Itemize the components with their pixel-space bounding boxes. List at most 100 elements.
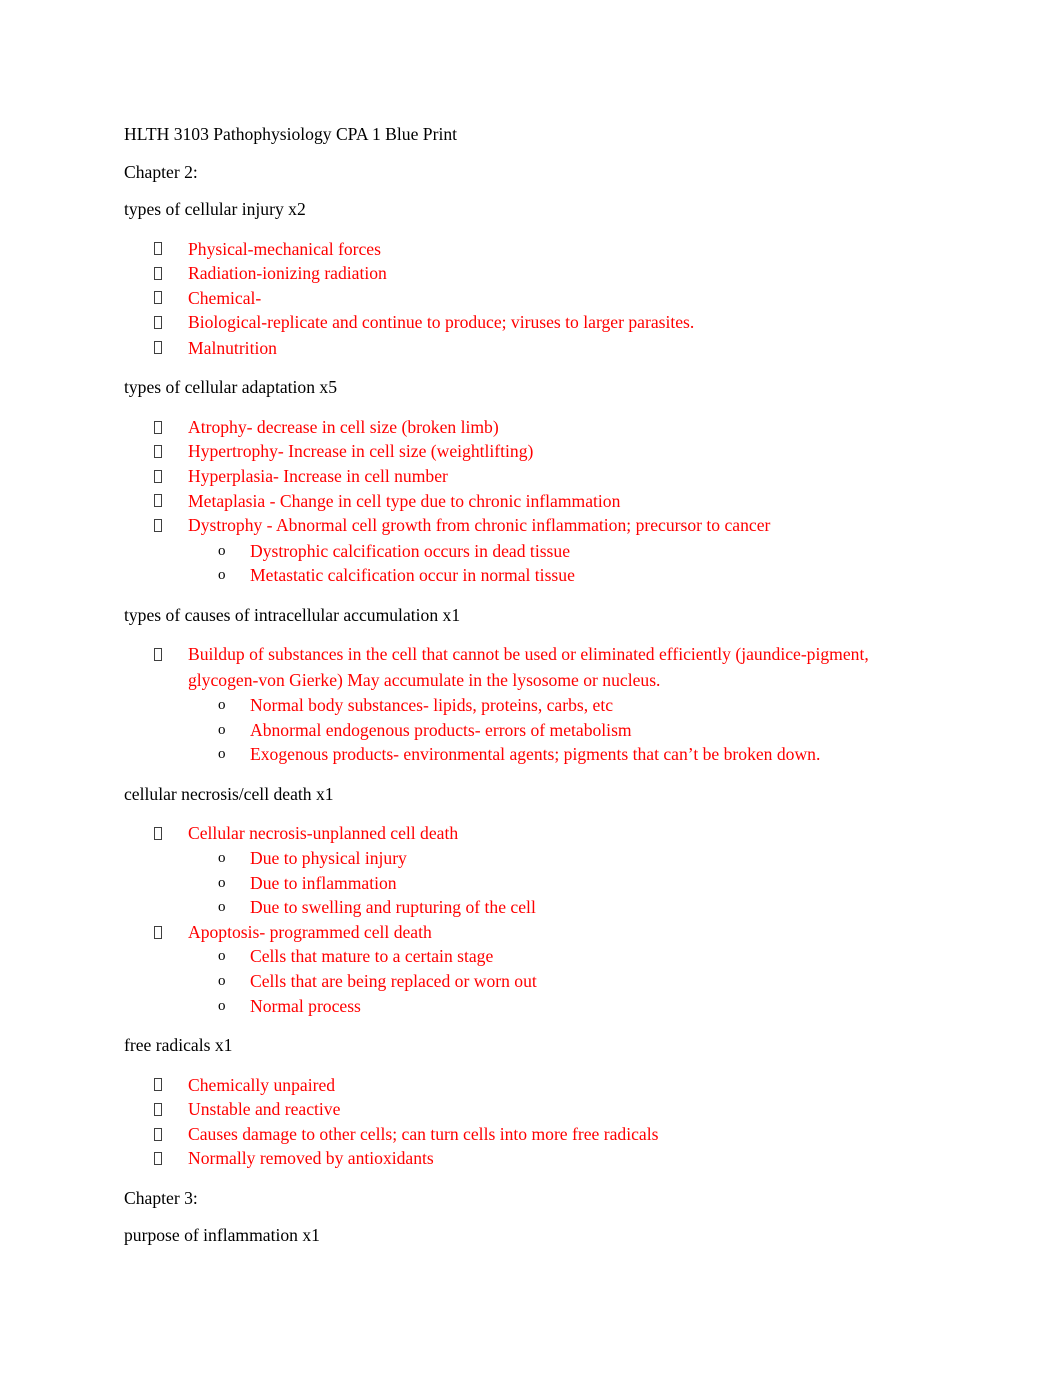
sub-list-item: o Exogenous products- environmental agent… [124, 742, 938, 767]
sub-list-item-label: Due to physical injury [250, 847, 407, 868]
topic-prompt: purpose of inflammation x1 [124, 1225, 320, 1246]
bullet-box-icon [154, 920, 165, 945]
list-item: Hypertrophy- Increase in cell size (weig… [124, 439, 938, 464]
tofu-glyph-icon [154, 518, 162, 532]
list-item-label: Chemical- [188, 287, 262, 308]
circle-bullet-icon: o [218, 746, 226, 763]
answer-list: Chemically unpaired Unstable and reactive… [124, 1073, 938, 1171]
list-item-label: Hypertrophy- Increase in cell size (weig… [188, 441, 534, 462]
list-item: Apoptosis- programmed cell death [124, 920, 938, 945]
bullet-box-icon [154, 821, 165, 846]
document-body: Chapter 2: types of cellular injury x2 Phy… [124, 162, 938, 1246]
bullet-box-icon [154, 237, 165, 262]
sub-list-item-label: Due to inflammation [250, 872, 397, 893]
tofu-glyph-icon [154, 648, 162, 662]
sub-list-item: o Cells that mature to a certain stage [124, 944, 938, 969]
circle-bullet-icon: o [218, 542, 226, 559]
list-item-label: Chemically unpaired [188, 1074, 336, 1095]
sub-list-item-label: Cells that mature to a certain stage [250, 946, 494, 967]
list-item-label: Normally removed by antioxidants [188, 1148, 434, 1169]
tofu-glyph-icon [154, 1102, 162, 1116]
list-item: Dystrophy - Abnormal cell growth from ch… [124, 513, 938, 538]
list-item-label: Dystrophy - Abnormal cell growth from ch… [188, 515, 771, 536]
circle-bullet-icon: o [218, 849, 226, 866]
list-item-label: Physical-mechanical forces [188, 238, 381, 259]
list-item: Physical-mechanical forces [124, 237, 938, 262]
list-item-label: Apoptosis- programmed cell death [188, 921, 432, 942]
answer-list: Cellular necrosis-unplanned cell death o D… [124, 821, 938, 1018]
tofu-glyph-icon [154, 445, 162, 459]
sub-list-item-label: Metastatic calcification occur in normal… [250, 565, 575, 586]
bullet-box-icon [154, 261, 165, 286]
sub-list-item: o Dystrophic calcification occurs in dead… [124, 539, 938, 564]
circle-bullet-icon: o [218, 721, 226, 738]
tofu-glyph-icon [154, 1127, 162, 1141]
sub-list-item: o Due to physical injury [124, 846, 938, 871]
topic-prompt: cellular necrosis/cell death x1 [124, 783, 334, 804]
tofu-glyph-icon [154, 420, 162, 434]
sub-list-item-label: Cells that are being replaced or worn ou… [250, 970, 537, 991]
list-item: Cellular necrosis-unplanned cell death [124, 821, 938, 846]
bullet-box-icon [154, 513, 165, 538]
list-item-label: Biological-replicate and continue to pro… [188, 312, 695, 333]
bullet-box-icon [154, 489, 165, 514]
tofu-glyph-icon [154, 925, 162, 939]
sub-list-item-label: Due to swelling and rupturing of the cel… [250, 897, 536, 918]
bullet-box-icon [154, 286, 165, 311]
tofu-glyph-icon [154, 827, 162, 841]
bullet-box-icon [154, 415, 165, 440]
sub-list-item-label: Exogenous products- environmental agents… [250, 744, 821, 765]
circle-bullet-icon: o [218, 997, 226, 1014]
tofu-glyph-icon [154, 469, 162, 483]
list-item-label: Buildup of substances in the cell that c… [188, 644, 869, 690]
document-page: HLTH 3103 Pathophysiology CPA 1 Blue Pri… [0, 0, 1062, 1377]
list-item: Chemically unpaired [124, 1073, 938, 1098]
bullet-box-icon [154, 464, 165, 489]
bullet-box-icon [154, 439, 165, 464]
circle-bullet-icon: o [218, 948, 226, 965]
topic-prompt: types of cellular injury x2 [124, 199, 306, 219]
topic-prompt: types of cellular adaptation x5 [124, 377, 338, 398]
bullet-box-icon [154, 1146, 165, 1171]
bullet-box-icon [154, 336, 165, 361]
list-item: Causes damage to other cells; can turn c… [124, 1122, 938, 1147]
bullet-box-icon [154, 1122, 165, 1147]
sub-list-item-label: Dystrophic calcification occurs in dead … [250, 540, 571, 561]
list-item-label: Hyperplasia- Increase in cell number [188, 465, 448, 486]
tofu-glyph-icon [154, 291, 162, 305]
tofu-glyph-icon [154, 316, 162, 330]
tofu-glyph-icon [154, 266, 162, 280]
page-title: HLTH 3103 Pathophysiology CPA 1 Blue Pri… [124, 124, 458, 144]
list-item: Malnutrition [124, 336, 938, 361]
circle-bullet-icon: o [218, 874, 226, 891]
bullet-box-icon [154, 310, 165, 335]
bullet-box-icon [154, 642, 165, 667]
sub-list-item: o Metastatic calcification occur in norma… [124, 563, 938, 588]
circle-bullet-icon: o [218, 567, 226, 584]
tofu-glyph-icon [154, 341, 162, 355]
sub-list-item: o Normal process [124, 994, 938, 1019]
circle-bullet-icon: o [218, 972, 226, 989]
list-item: Chemical- [124, 286, 938, 311]
list-item-label: Radiation-ionizing radiation [188, 263, 387, 284]
list-item: Unstable and reactive [124, 1097, 938, 1122]
tofu-glyph-icon [154, 1078, 162, 1092]
list-item: Atrophy- decrease in cell size (broken l… [124, 415, 938, 440]
list-item: Normally removed by antioxidants [124, 1146, 938, 1171]
sub-list-item: o Normal body substances- lipids, protein… [124, 693, 938, 718]
list-item-label: Malnutrition [188, 337, 277, 358]
answer-list: Atrophy- decrease in cell size (broken l… [124, 415, 938, 588]
section-heading: Chapter 2: [124, 161, 198, 182]
sub-list-item-label: Normal body substances- lipids, proteins… [250, 695, 614, 716]
circle-bullet-icon: o [218, 697, 226, 714]
sub-list-item-label: Normal process [250, 995, 361, 1016]
bullet-box-icon [154, 1097, 165, 1122]
sub-list-item: o Abnormal endogenous products- errors of… [124, 718, 938, 743]
section-heading: Chapter 3: [124, 1187, 198, 1208]
sub-list-item: o Due to swelling and rupturing of the ce… [124, 895, 938, 920]
list-item-label: Cellular necrosis-unplanned cell death [188, 823, 459, 844]
list-item: Buildup of substances in the cell that c… [124, 642, 938, 693]
tofu-glyph-icon [154, 1152, 162, 1166]
topic-prompt: types of causes of intracellular accumul… [124, 604, 461, 625]
list-item: Biological-replicate and continue to pro… [124, 310, 938, 335]
